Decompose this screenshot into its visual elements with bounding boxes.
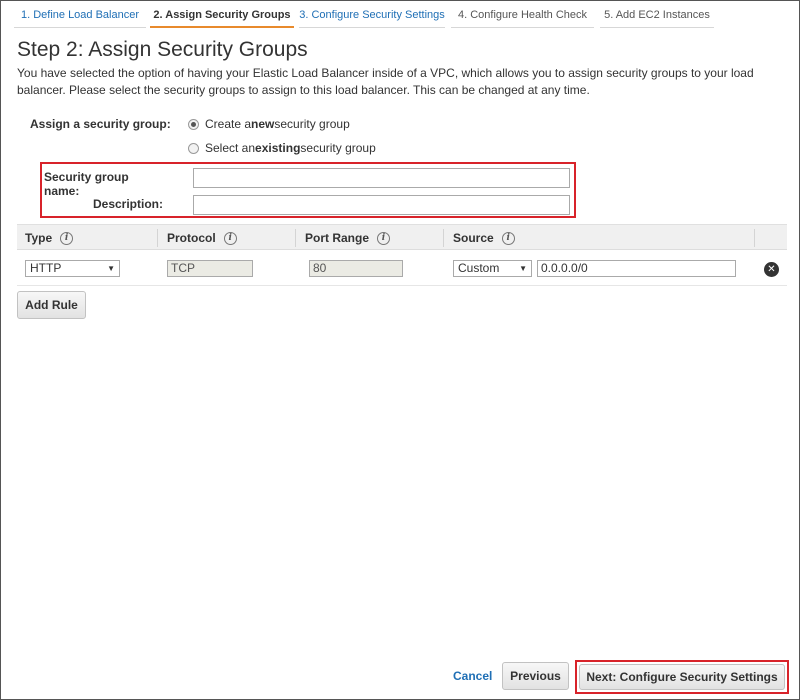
radio-label-prefix: Create a [205,117,252,131]
header-divider [157,229,158,247]
page-title: Step 2: Assign Security Groups [17,38,308,61]
add-rule-button[interactable]: Add Rule [17,291,86,319]
tab-add-ec2-instances[interactable]: 5. Add EC2 Instances [600,4,714,28]
info-icon[interactable]: i [223,231,237,245]
radio-label-suffix: security group [274,117,350,131]
radio-button-checked[interactable] [188,118,199,130]
remove-circle-icon[interactable]: ✕ [764,262,779,277]
header-divider [754,229,755,247]
radio-select-existing-group[interactable]: Select an existing security group [188,141,376,155]
header-divider [295,229,296,247]
info-icon[interactable]: i [377,231,391,245]
radio-create-new-group[interactable]: Create a new security group [188,117,350,131]
tab-configure-security-settings[interactable]: 3. Configure Security Settings [299,4,445,28]
window-frame [0,0,800,700]
radio-label-prefix: Select an [205,141,256,155]
rules-table-header: Type i Protocol i Port Range i Source i [17,224,787,250]
assign-security-group-label: Assign a security group: [30,117,171,131]
radio-label-bold: new [251,117,275,131]
tab-configure-health-check[interactable]: 4. Configure Health Check [451,4,594,28]
radio-label-bold: existing [255,141,301,155]
tab-define-load-balancer[interactable]: 1. Define Load Balancer [14,4,146,28]
info-icon[interactable]: i [501,231,515,245]
caret-down-icon: ▼ [519,264,527,273]
header-divider [443,229,444,247]
previous-button[interactable]: Previous [502,662,569,690]
security-group-name-label: Security group name: [44,170,129,198]
description-label: Description: [92,197,163,211]
next-configure-security-settings-button[interactable]: Next: Configure Security Settings [579,664,785,690]
radio-button-unchecked[interactable] [188,142,199,154]
info-icon[interactable]: i [60,231,74,245]
cancel-button[interactable]: Cancel [453,669,492,683]
source-type-select[interactable]: Custom ▼ [453,260,532,277]
type-select[interactable]: HTTP ▼ [25,260,120,277]
header-protocol: Protocol i [167,225,237,251]
table-row: HTTP ▼ TCP 80 Custom ▼ 0.0.0.0/0 ✕ [17,250,787,286]
header-port-range: Port Range i [305,225,391,251]
radio-label-suffix: security group [300,141,376,155]
header-source: Source i [453,225,515,251]
caret-down-icon: ▼ [107,264,115,273]
port-range-field: 80 [309,260,403,277]
header-type: Type i [25,225,74,251]
tab-assign-security-groups[interactable]: 2. Assign Security Groups [150,4,294,28]
security-group-name-input[interactable] [193,168,570,188]
source-cidr-input[interactable]: 0.0.0.0/0 [537,260,736,277]
page-description: You have selected the option of having y… [17,66,754,97]
description-input[interactable] [193,195,570,215]
protocol-field: TCP [167,260,253,277]
